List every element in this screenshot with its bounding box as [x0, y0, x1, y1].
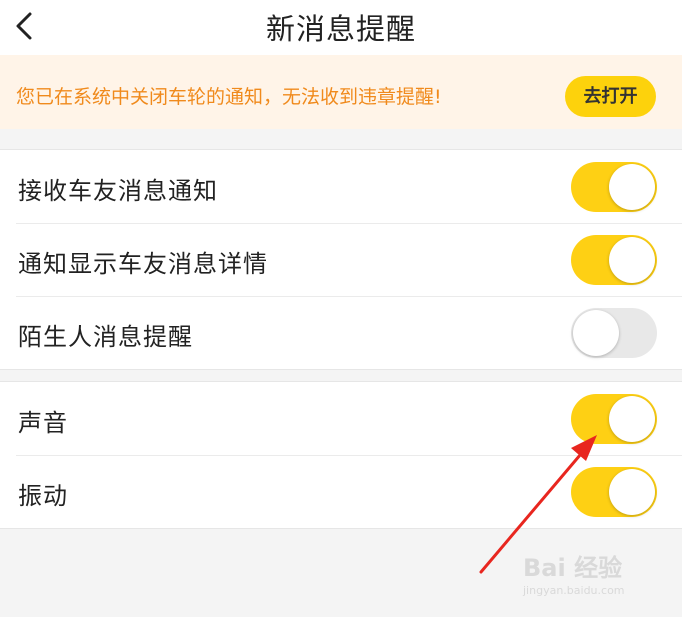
page-title: 新消息提醒	[265, 12, 416, 46]
vibration-toggle[interactable]	[571, 467, 657, 517]
setting-row-vibration: 振动	[0, 455, 682, 528]
top-bar: 新消息提醒	[0, 0, 682, 55]
open-notifications-button[interactable]: 去打开	[565, 76, 656, 117]
setting-row-receive-messages: 接收车友消息通知	[0, 150, 682, 223]
setting-label: 陌生人消息提醒	[18, 323, 193, 351]
toggle-knob	[609, 469, 655, 515]
setting-row-stranger-messages: 陌生人消息提醒	[0, 296, 682, 369]
setting-row-sound: 声音	[0, 382, 682, 455]
alert-settings-section: 声音 振动	[0, 381, 682, 529]
setting-label: 通知显示车友消息详情	[18, 250, 268, 278]
sound-toggle[interactable]	[571, 394, 657, 444]
setting-label: 振动	[18, 482, 68, 510]
setting-label: 接收车友消息通知	[18, 177, 218, 205]
stranger-messages-toggle[interactable]	[571, 308, 657, 358]
notification-disabled-banner: 您已在系统中关闭车轮的通知，无法收到违章提醒! 去打开	[0, 55, 682, 129]
show-details-toggle[interactable]	[571, 235, 657, 285]
toggle-knob	[609, 396, 655, 442]
toggle-knob	[573, 310, 619, 356]
receive-messages-toggle[interactable]	[571, 162, 657, 212]
message-settings-section: 接收车友消息通知 通知显示车友消息详情 陌生人消息提醒	[0, 149, 682, 370]
watermark-url: jingyan.baidu.com	[523, 584, 625, 597]
watermark-logo-text: Bai 经验	[523, 554, 623, 582]
setting-label: 声音	[18, 409, 68, 437]
setting-row-show-details: 通知显示车友消息详情	[0, 223, 682, 296]
banner-message: 您已在系统中关闭车轮的通知，无法收到违章提醒!	[16, 86, 442, 108]
toggle-knob	[609, 164, 655, 210]
baidu-jingyan-watermark: Bai 经验 jingyan.baidu.com	[519, 548, 659, 608]
toggle-knob	[609, 237, 655, 283]
